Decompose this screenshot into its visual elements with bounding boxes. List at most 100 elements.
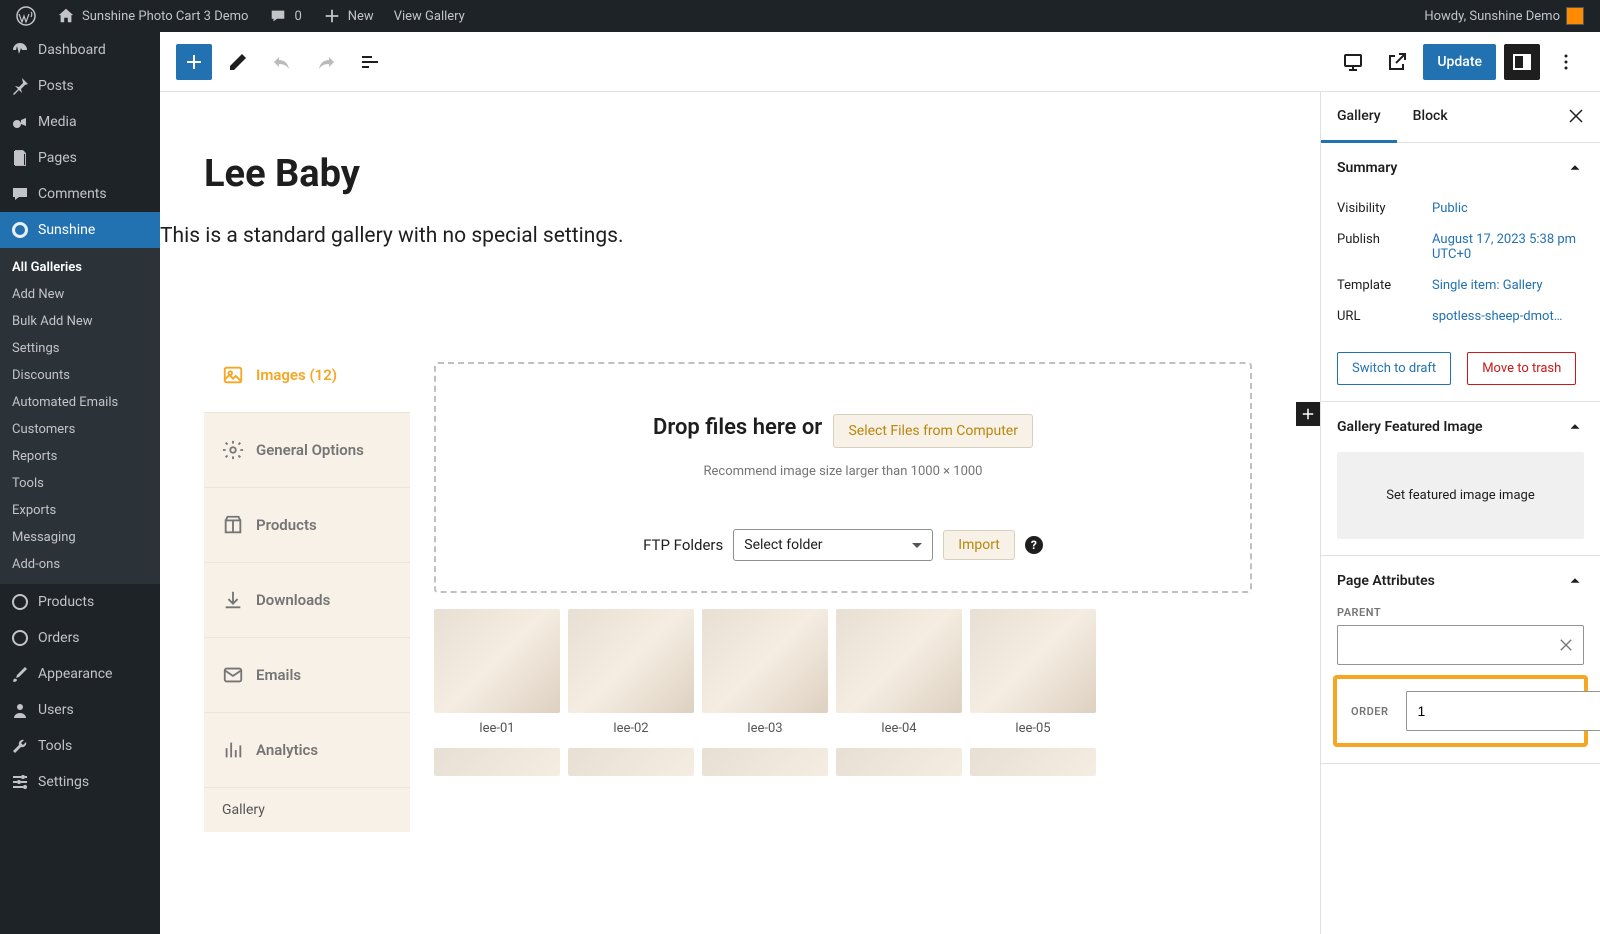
- site-link[interactable]: Sunshine Photo Cart 3 Demo: [48, 0, 256, 32]
- post-title[interactable]: Lee Baby: [204, 152, 1276, 196]
- add-block-button[interactable]: [176, 44, 212, 80]
- sidebar-tab-block[interactable]: Block: [1397, 92, 1464, 142]
- update-button[interactable]: Update: [1423, 44, 1496, 80]
- submenu-exports[interactable]: Exports: [0, 497, 160, 524]
- order-field-highlight: ORDER: [1333, 675, 1588, 747]
- ftp-folder-select[interactable]: Select folder: [733, 529, 933, 561]
- thumbnail-image: [970, 609, 1096, 713]
- panel-attributes-toggle[interactable]: Page Attributes: [1321, 556, 1600, 606]
- menu-tools[interactable]: Tools: [0, 728, 160, 764]
- menu-posts[interactable]: Posts: [0, 68, 160, 104]
- plus-icon: [182, 50, 206, 74]
- parent-select[interactable]: [1337, 625, 1584, 665]
- circle-icon: [10, 628, 30, 648]
- dropzone-hint: Recommend image size larger than 1000 × …: [456, 464, 1230, 479]
- menu-comments[interactable]: Comments: [0, 176, 160, 212]
- undo-button[interactable]: [264, 44, 300, 80]
- visibility-label: Visibility: [1337, 201, 1432, 216]
- tab-general[interactable]: General Options: [204, 413, 410, 488]
- submenu-bulk-add-new[interactable]: Bulk Add New: [0, 308, 160, 335]
- sidebar-tab-gallery[interactable]: Gallery: [1321, 92, 1397, 143]
- site-title: Sunshine Photo Cart 3 Demo: [82, 9, 248, 24]
- editor-canvas[interactable]: Lee Baby This is a standard gallery with…: [160, 92, 1320, 934]
- upload-dropzone[interactable]: Drop files here or Select Files from Com…: [434, 362, 1252, 593]
- avatar: [1566, 7, 1584, 25]
- thumbnail-grid: lee-01 lee-02 lee-03: [434, 609, 1252, 744]
- tab-emails[interactable]: Emails: [204, 638, 410, 713]
- dots-vertical-icon: [1554, 50, 1578, 74]
- options-button[interactable]: [1548, 44, 1584, 80]
- menu-media[interactable]: Media: [0, 104, 160, 140]
- block-inserter-button[interactable]: [1296, 402, 1320, 426]
- visibility-value[interactable]: Public: [1432, 201, 1584, 216]
- thumbnail-item[interactable]: lee-01: [434, 609, 560, 744]
- menu-settings[interactable]: Settings: [0, 764, 160, 800]
- order-input[interactable]: [1406, 691, 1600, 731]
- submenu-add-new[interactable]: Add New: [0, 281, 160, 308]
- menu-pages[interactable]: Pages: [0, 140, 160, 176]
- comments-link[interactable]: 0: [260, 0, 309, 32]
- document-overview-button[interactable]: [352, 44, 388, 80]
- url-value[interactable]: spotless-sheep-dmot…: [1432, 309, 1584, 324]
- thumbnail-item[interactable]: lee-05: [970, 609, 1096, 744]
- submenu-all-galleries[interactable]: All Galleries: [0, 254, 160, 281]
- select-files-button[interactable]: Select Files from Computer: [833, 414, 1033, 448]
- thumbnail-item[interactable]: lee-03: [702, 609, 828, 744]
- panel-featured-toggle[interactable]: Gallery Featured Image: [1321, 402, 1600, 452]
- menu-orders[interactable]: Orders: [0, 620, 160, 656]
- editor-header: Update: [160, 32, 1600, 92]
- redo-button[interactable]: [308, 44, 344, 80]
- thumbnail-item[interactable]: lee-04: [836, 609, 962, 744]
- thumbnail-item[interactable]: lee-02: [568, 609, 694, 744]
- chevron-up-icon: [1566, 159, 1584, 177]
- thumbnail-item[interactable]: [970, 748, 1096, 776]
- panel-summary-toggle[interactable]: Summary: [1321, 143, 1600, 193]
- tab-downloads[interactable]: Downloads: [204, 563, 410, 638]
- submenu-tools[interactable]: Tools: [0, 470, 160, 497]
- thumbnail-item[interactable]: [702, 748, 828, 776]
- template-value[interactable]: Single item: Gallery: [1432, 278, 1584, 293]
- submenu-settings[interactable]: Settings: [0, 335, 160, 362]
- submenu-addons[interactable]: Add-ons: [0, 551, 160, 578]
- move-to-trash-button[interactable]: Move to trash: [1467, 352, 1576, 385]
- tab-images[interactable]: Images (12): [204, 338, 410, 413]
- sidebar-toggle-button[interactable]: [1504, 44, 1540, 80]
- menu-products[interactable]: Products: [0, 584, 160, 620]
- wp-logo[interactable]: [8, 0, 44, 32]
- tools-button[interactable]: [220, 44, 256, 80]
- thumbnail-item[interactable]: [568, 748, 694, 776]
- dropzone-text: Drop files here or: [653, 415, 822, 440]
- import-button[interactable]: Import: [943, 530, 1015, 560]
- set-featured-image-button[interactable]: Set featured image image: [1337, 452, 1584, 539]
- tab-products[interactable]: Products: [204, 488, 410, 563]
- comment-icon: [268, 6, 288, 26]
- tab-analytics[interactable]: Analytics: [204, 713, 410, 788]
- submenu-messaging[interactable]: Messaging: [0, 524, 160, 551]
- menu-users[interactable]: Users: [0, 692, 160, 728]
- new-link[interactable]: New: [314, 0, 382, 32]
- menu-appearance[interactable]: Appearance: [0, 656, 160, 692]
- thumbnail-item[interactable]: [836, 748, 962, 776]
- switch-to-draft-button[interactable]: Switch to draft: [1337, 352, 1451, 385]
- howdy-text: Howdy, Sunshine Demo: [1424, 9, 1560, 24]
- view-button[interactable]: [1335, 44, 1371, 80]
- menu-sunshine[interactable]: Sunshine: [0, 212, 160, 248]
- submenu-discounts[interactable]: Discounts: [0, 362, 160, 389]
- submenu-customers[interactable]: Customers: [0, 416, 160, 443]
- thumbnail-item[interactable]: [434, 748, 560, 776]
- help-icon[interactable]: ?: [1025, 536, 1043, 554]
- submenu-automated-emails[interactable]: Automated Emails: [0, 389, 160, 416]
- preview-button[interactable]: [1379, 44, 1415, 80]
- parent-clear-button[interactable]: [1559, 638, 1573, 652]
- panel-featured-image: Gallery Featured Image Set featured imag…: [1321, 402, 1600, 556]
- sidebar-close-button[interactable]: [1552, 92, 1600, 142]
- dashboard-icon: [10, 40, 30, 60]
- account-link[interactable]: Howdy, Sunshine Demo: [1416, 0, 1592, 32]
- post-description[interactable]: This is a standard gallery with no speci…: [160, 224, 1276, 248]
- publish-value[interactable]: August 17, 2023 5:38 pm UTC+0: [1432, 232, 1584, 262]
- comments-count: 0: [294, 9, 301, 24]
- submenu-reports[interactable]: Reports: [0, 443, 160, 470]
- menu-dashboard[interactable]: Dashboard: [0, 32, 160, 68]
- view-gallery-link[interactable]: View Gallery: [386, 0, 473, 32]
- url-label: URL: [1337, 309, 1432, 324]
